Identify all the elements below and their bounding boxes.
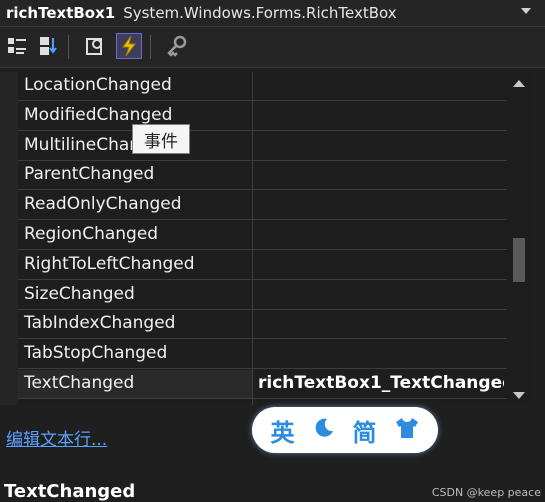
event-row[interactable]: ReadOnlyChanged: [18, 191, 507, 221]
watermark: CSDN @keep peace: [431, 486, 541, 499]
properties-icon[interactable]: [82, 33, 108, 59]
event-row[interactable]: MultilineChanged: [18, 132, 507, 161]
column-separator[interactable]: [252, 72, 253, 405]
event-name: RegionChanged: [24, 224, 159, 244]
object-selector[interactable]: richTextBox1 System.Windows.Forms.RichTe…: [0, 0, 545, 27]
event-row[interactable]: TabIndexChanged: [18, 310, 507, 340]
selected-event-name: TextChanged: [4, 481, 136, 502]
object-type: System.Windows.Forms.RichTextBox: [123, 4, 397, 22]
ime-toolbar[interactable]: 英 简: [252, 407, 438, 453]
event-name: ModifiedChanged: [24, 104, 173, 125]
ime-language[interactable]: 英: [271, 413, 295, 448]
event-row[interactable]: TabStopChanged: [18, 340, 507, 370]
event-name: TextChanged: [24, 373, 135, 393]
event-row[interactable]: RegionChanged: [18, 221, 507, 250]
property-pages-icon[interactable]: [164, 33, 190, 59]
object-name: richTextBox1: [6, 4, 116, 22]
vertical-scrollbar[interactable]: [507, 72, 531, 405]
event-name: TabStopChanged: [24, 343, 168, 364]
event-handler-value[interactable]: richTextBox1_TextChanged: [258, 373, 504, 393]
event-name: ReadOnlyChanged: [24, 194, 182, 215]
scroll-up-icon[interactable]: [513, 80, 525, 87]
event-name: RightToLeftChanged: [24, 253, 195, 274]
alphabetical-icon[interactable]: [36, 33, 62, 59]
events-tooltip: 事件: [132, 124, 190, 154]
toolbar-separator: [68, 35, 69, 59]
event-row[interactable]: SizeChanged: [18, 281, 507, 310]
event-name: TabIndexChanged: [24, 313, 176, 334]
toolbar-separator: [150, 35, 151, 59]
event-row[interactable]: TextChanged richTextBox1_TextChanged: [18, 370, 507, 399]
event-name: ParentChanged: [24, 164, 155, 185]
edit-text-lines-link[interactable]: 编辑文本行...: [6, 425, 107, 450]
event-name: SizeChanged: [24, 283, 135, 304]
moon-icon[interactable]: [312, 416, 336, 444]
ime-mode[interactable]: 简: [353, 413, 377, 448]
events-icon[interactable]: [116, 33, 142, 59]
categorized-icon[interactable]: [4, 33, 30, 59]
toolbar: [0, 27, 545, 68]
grid-gutter: [0, 72, 18, 405]
chevron-down-icon[interactable]: [521, 8, 531, 14]
event-row[interactable]: ModifiedChanged: [18, 102, 507, 131]
event-row[interactable]: LocationChanged: [18, 72, 507, 101]
scroll-thumb[interactable]: [513, 238, 525, 282]
events-grid: LocationChanged ModifiedChanged MultilineC…: [0, 72, 507, 405]
event-row[interactable]: RightToLeftChanged: [18, 251, 507, 280]
shirt-icon[interactable]: [394, 416, 420, 444]
scroll-down-icon[interactable]: [513, 392, 525, 399]
event-row[interactable]: ParentChanged: [18, 161, 507, 191]
event-name: LocationChanged: [24, 75, 172, 95]
